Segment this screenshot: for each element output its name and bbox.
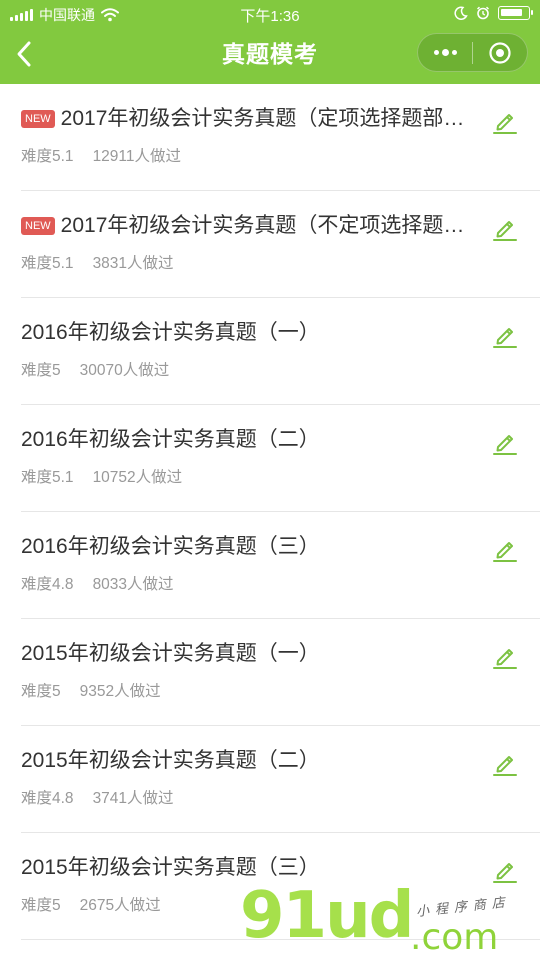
moon-icon	[454, 6, 468, 20]
start-exam-button[interactable]	[490, 320, 520, 350]
battery-fill	[501, 9, 522, 16]
app-header: 中国联通 下午1:36 真题模考	[0, 0, 540, 84]
exam-item[interactable]: 2016年初级会计实务真题（三） 难度4.8 8033人做过	[0, 512, 540, 619]
exam-title: 2017年初级会计实务真题（不定项选择题部分）	[60, 214, 465, 237]
start-exam-button[interactable]	[490, 641, 520, 671]
exam-participants: 3831人做过	[92, 255, 174, 272]
exam-difficulty: 难度5.1	[21, 255, 74, 272]
exam-meta: 难度5.1 12911人做过	[21, 147, 181, 167]
status-right	[454, 6, 533, 20]
exam-item[interactable]: 2015年初级会计实务真题（二） 难度4.8 3741人做过	[0, 726, 540, 833]
exam-title: 2015年初级会计实务真题（二）	[21, 749, 320, 772]
battery-icon	[498, 6, 533, 20]
exam-difficulty: 难度5	[21, 362, 61, 379]
target-circle-icon	[489, 41, 511, 64]
exam-participants: 3741人做过	[92, 790, 174, 807]
exam-title: 2016年初级会计实务真题（一）	[21, 321, 320, 344]
pencil-edit-icon	[493, 114, 517, 134]
exam-difficulty: 难度5.1	[21, 148, 74, 165]
more-button[interactable]	[418, 34, 472, 71]
exam-title: 2017年初级会计实务真题（定项选择题部分）	[60, 107, 465, 130]
start-exam-button[interactable]	[490, 106, 520, 136]
new-badge: NEW	[21, 217, 55, 235]
pencil-edit-icon	[493, 435, 517, 455]
exam-title-row: NEW 2017年初级会计实务真题（定项选择题部分）	[21, 105, 465, 133]
exam-participants: 10752人做过	[92, 469, 183, 486]
pencil-edit-icon	[493, 863, 517, 883]
exam-title: 2015年初级会计实务真题（一）	[21, 642, 320, 665]
exam-title-row: 2016年初级会计实务真题（三）	[21, 533, 320, 561]
exam-meta: 难度5 30070人做过	[21, 361, 169, 381]
start-exam-button[interactable]	[490, 855, 520, 885]
pencil-edit-icon	[493, 542, 517, 562]
alarm-icon	[476, 6, 490, 20]
start-exam-button[interactable]	[490, 534, 520, 564]
exam-title-row: 2016年初级会计实务真题（一）	[21, 319, 320, 347]
pencil-edit-icon	[493, 221, 517, 241]
pencil-edit-icon	[493, 328, 517, 348]
exam-title-row: 2016年初级会计实务真题（二）	[21, 426, 320, 454]
exam-meta: 难度4.8 8033人做过	[21, 575, 174, 595]
exam-title-row: 2015年初级会计实务真题（三）	[21, 854, 320, 882]
start-exam-button[interactable]	[490, 213, 520, 243]
exam-title: 2016年初级会计实务真题（二）	[21, 428, 320, 451]
exam-title: 2016年初级会计实务真题（三）	[21, 535, 320, 558]
item-divider	[21, 939, 540, 940]
close-button[interactable]	[473, 34, 527, 71]
pencil-edit-icon	[493, 649, 517, 669]
exam-item[interactable]: NEW 2017年初级会计实务真题（不定项选择题部分） 难度5.1 3831人做过	[0, 191, 540, 298]
exam-meta: 难度5.1 10752人做过	[21, 468, 182, 488]
exam-participants: 9352人做过	[79, 683, 161, 700]
exam-difficulty: 难度5	[21, 897, 61, 914]
more-dots-icon	[433, 49, 457, 56]
exam-item[interactable]: 2016年初级会计实务真题（一） 难度5 30070人做过	[0, 298, 540, 405]
exam-meta: 难度5.1 3831人做过	[21, 254, 174, 274]
exam-title-row: NEW 2017年初级会计实务真题（不定项选择题部分）	[21, 212, 465, 240]
exam-meta: 难度5 9352人做过	[21, 682, 161, 702]
start-exam-button[interactable]	[490, 427, 520, 457]
exam-participants: 30070人做过	[79, 362, 170, 379]
exam-title-row: 2015年初级会计实务真题（一）	[21, 640, 320, 668]
exam-item[interactable]: NEW 2017年初级会计实务真题（定项选择题部分） 难度5.1 12911人做过	[0, 84, 540, 191]
new-badge: NEW	[21, 110, 55, 128]
exam-meta: 难度5 2675人做过	[21, 896, 161, 916]
exam-item[interactable]: 2015年初级会计实务真题（一） 难度5 9352人做过	[0, 619, 540, 726]
exam-difficulty: 难度5	[21, 683, 61, 700]
exam-item[interactable]: 2016年初级会计实务真题（二） 难度5.1 10752人做过	[0, 405, 540, 512]
exam-participants: 2675人做过	[79, 897, 161, 914]
exam-list: NEW 2017年初级会计实务真题（定项选择题部分） 难度5.1 12911人做过 NE…	[0, 84, 540, 940]
exam-title-row: 2015年初级会计实务真题（二）	[21, 747, 320, 775]
exam-title: 2015年初级会计实务真题（三）	[21, 856, 320, 879]
exam-item[interactable]: 2015年初级会计实务真题（三） 难度5 2675人做过	[0, 833, 540, 940]
exam-difficulty: 难度4.8	[21, 790, 74, 807]
mini-program-capsule	[417, 33, 528, 72]
exam-difficulty: 难度5.1	[21, 469, 74, 486]
pencil-edit-icon	[493, 756, 517, 776]
start-exam-button[interactable]	[490, 748, 520, 778]
exam-participants: 8033人做过	[92, 576, 174, 593]
exam-meta: 难度4.8 3741人做过	[21, 789, 174, 809]
status-bar: 中国联通 下午1:36	[0, 0, 540, 28]
exam-participants: 12911人做过	[92, 148, 182, 165]
exam-difficulty: 难度4.8	[21, 576, 74, 593]
